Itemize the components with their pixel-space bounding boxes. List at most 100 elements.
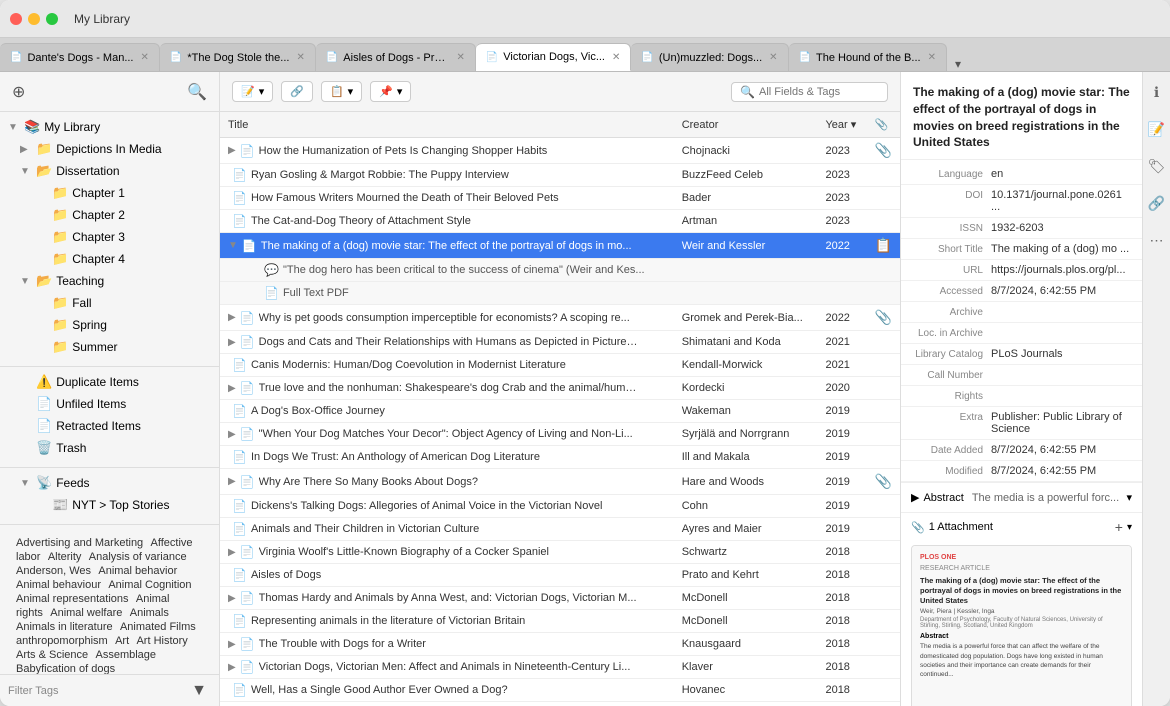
attachment-expand-icon[interactable]: ▾ — [1127, 522, 1132, 533]
field-value[interactable]: The making of a (dog) mo ... — [991, 243, 1132, 255]
tag-assemblage[interactable]: Assemblage — [95, 649, 156, 661]
table-row[interactable]: ▶ 📄 Victorian Dogs, Victorian Men: Affec… — [220, 656, 900, 679]
tag-behaviour[interactable]: Animal behaviour — [16, 579, 101, 591]
tab-close-dante[interactable]: ✕ — [140, 52, 148, 63]
table-row[interactable]: ▶ 📄 Virginia Woolf's Little-Known Biogra… — [220, 541, 900, 564]
row-expand-icon[interactable]: ▶ — [228, 312, 236, 323]
add-item-btn[interactable]: 🔗 — [281, 81, 313, 102]
row-expand-icon[interactable]: ▶ — [228, 593, 236, 604]
tab-aisles[interactable]: 📄 Aisles of Dogs - Pra... ✕ — [316, 43, 476, 71]
tag-analysis[interactable]: Analysis of variance — [89, 551, 187, 563]
sidebar-item-retracted[interactable]: 📄 Retracted Items — [0, 415, 219, 437]
sidebar-item-spring[interactable]: 📁 Spring — [0, 314, 219, 336]
sidebar-item-depictions[interactable]: ▶ 📁 Depictions In Media — [0, 138, 219, 160]
collect-btn[interactable]: 📋 ▾ — [321, 81, 362, 102]
table-row[interactable]: 📄 How Famous Writers Mourned the Death o… — [220, 187, 900, 210]
tag-side-btn[interactable]: 🏷 — [1144, 154, 1170, 179]
tab-close-dogstole[interactable]: ✕ — [296, 52, 304, 63]
col-creator[interactable]: Creator — [674, 112, 818, 138]
sidebar-item-chapter3[interactable]: 📁 Chapter 3 — [0, 226, 219, 248]
new-library-btn[interactable]: ⊕ — [8, 78, 29, 106]
sidebar-item-summer[interactable]: 📁 Summer — [0, 336, 219, 358]
tab-close-unmuzzled[interactable]: ✕ — [769, 52, 777, 63]
note-btn[interactable]: 📌 ▾ — [370, 81, 411, 102]
tabs-overflow-btn[interactable]: ▾ — [947, 57, 969, 71]
tab-victorian[interactable]: 📄 Victorian Dogs, Vic... ✕ — [476, 43, 632, 71]
sidebar-item-duplicate[interactable]: ⚠️ Duplicate Items — [0, 371, 219, 393]
table-row[interactable]: ▶ 📄 How the Humanization of Pets Is Chan… — [220, 138, 900, 164]
tag-behavior[interactable]: Animal behavior — [98, 565, 177, 577]
table-row[interactable]: 📄 In Dogs We Trust: An Anthology of Amer… — [220, 446, 900, 469]
table-row[interactable]: 📄 Canis Modernis: Human/Dog Coevolution … — [220, 354, 900, 377]
field-value[interactable]: 8/7/2024, 6:42:55 PM — [991, 465, 1132, 477]
field-value[interactable]: PLoS Journals — [991, 348, 1132, 360]
tab-close-victorian[interactable]: ✕ — [612, 52, 620, 63]
row-expand-icon[interactable]: ▶ — [228, 383, 236, 394]
minimize-button[interactable] — [28, 13, 40, 25]
sidebar-item-trash[interactable]: 🗑️ Trash — [0, 437, 219, 459]
row-expand-icon[interactable]: ▶ — [228, 662, 236, 673]
table-row[interactable]: 📄 Good Boy: Canine Representation in Cin… — [220, 702, 900, 706]
row-expand-icon[interactable]: ▶ — [228, 429, 236, 440]
tag-animals[interactable]: Animals — [130, 607, 169, 619]
table-row[interactable]: 💬 "The dog hero has been critical to the… — [220, 259, 900, 282]
table-row[interactable]: ▶ 📄 The Trouble with Dogs for a Writer K… — [220, 633, 900, 656]
abstract-header[interactable]: ▶ Abstract The media is a powerful forc.… — [911, 491, 1132, 504]
tag-representations[interactable]: Animal representations — [16, 593, 129, 605]
tab-close-hound[interactable]: ✕ — [928, 52, 936, 63]
tag-advertising[interactable]: Advertising and Marketing — [16, 537, 143, 549]
field-value[interactable]: 8/7/2024, 6:42:55 PM — [991, 285, 1132, 297]
tab-hound[interactable]: 📄 The Hound of the B... ✕ — [789, 43, 947, 71]
table-row[interactable]: 📄 The Cat-and-Dog Theory of Attachment S… — [220, 210, 900, 233]
table-row[interactable]: ▶ 📄 Dogs and Cats and Their Relationship… — [220, 331, 900, 354]
table-row[interactable]: 📄 Representing animals in the literature… — [220, 610, 900, 633]
tag-alterity[interactable]: Alterity — [48, 551, 82, 563]
field-value[interactable]: Publisher: Public Library of Science — [991, 411, 1132, 435]
search-input[interactable] — [759, 86, 879, 98]
sidebar-item-mylibrary[interactable]: ▼ 📚 My Library — [0, 116, 219, 138]
attachment-thumbnail[interactable]: PLOS ONE RESEARCH ARTICLE The making of … — [911, 545, 1132, 706]
tag-anderson[interactable]: Anderson, Wes — [16, 565, 91, 577]
tag-inliterature[interactable]: Animals in literature — [16, 621, 113, 633]
tag-animated[interactable]: Animated Films — [120, 621, 196, 633]
table-row[interactable]: ▶ 📄 "When Your Dog Matches Your Decor": … — [220, 423, 900, 446]
col-year[interactable]: Year ▾ — [817, 112, 866, 138]
close-button[interactable] — [10, 13, 22, 25]
filter-tags-btn[interactable]: ▼ — [187, 678, 211, 704]
table-row[interactable]: 📄 Animals and Their Children in Victoria… — [220, 518, 900, 541]
row-expand-icon[interactable]: ▶ — [228, 547, 236, 558]
tag-welfare[interactable]: Animal welfare — [50, 607, 122, 619]
maximize-button[interactable] — [46, 13, 58, 25]
row-expand-icon[interactable]: ▶ — [228, 337, 236, 348]
field-value[interactable]: 8/7/2024, 6:42:55 PM — [991, 444, 1132, 456]
field-value[interactable]: 10.1371/journal.pone.0261 ... — [991, 189, 1132, 213]
new-item-btn[interactable]: 📝 ▾ — [232, 81, 273, 102]
tag-babyfication[interactable]: Babyfication of dogs — [16, 663, 115, 674]
sidebar-item-chapter2[interactable]: 📁 Chapter 2 — [0, 204, 219, 226]
table-row[interactable]: 📄 Dickens's Talking Dogs: Allegories of … — [220, 495, 900, 518]
sidebar-item-unfiled[interactable]: 📄 Unfiled Items — [0, 393, 219, 415]
table-row[interactable]: 📄 Ryan Gosling & Margot Robbie: The Pupp… — [220, 164, 900, 187]
field-value[interactable]: https://journals.plos.org/pl... — [991, 264, 1132, 276]
tag-art[interactable]: Art — [115, 635, 129, 647]
sidebar-item-fall[interactable]: 📁 Fall — [0, 292, 219, 314]
tab-close-aisles[interactable]: ✕ — [456, 52, 464, 63]
field-value[interactable]: 1932-6203 — [991, 222, 1132, 234]
table-row[interactable]: 📄 Aisles of Dogs Prato and Kehrt 2018 — [220, 564, 900, 587]
search-bar[interactable]: 🔍 — [731, 82, 888, 102]
sidebar-search-btn[interactable]: 🔍 — [183, 78, 211, 106]
table-row[interactable]: ▶ 📄 Thomas Hardy and Animals by Anna Wes… — [220, 587, 900, 610]
note-side-btn[interactable]: 📝 — [1144, 117, 1169, 142]
tab-dogstole[interactable]: 📄 *The Dog Stole the... ✕ — [160, 43, 316, 71]
related-side-btn[interactable]: 🔗 — [1144, 191, 1169, 216]
table-row[interactable]: ▶ 📄 Why is pet goods consumption imperce… — [220, 305, 900, 331]
row-expand-icon[interactable]: ▼ — [228, 240, 238, 251]
sidebar-item-nyt[interactable]: 📰 NYT > Top Stories — [0, 494, 219, 516]
tag-arthistory[interactable]: Art History — [136, 635, 187, 647]
tag-artsscience[interactable]: Arts & Science — [16, 649, 88, 661]
row-expand-icon[interactable]: ▶ — [228, 476, 236, 487]
sidebar-item-teaching[interactable]: ▼ 📂 Teaching — [0, 270, 219, 292]
table-row[interactable]: 📄 Full Text PDF — [220, 282, 900, 305]
tag-cognition[interactable]: Animal Cognition — [108, 579, 191, 591]
extra-side-btn[interactable]: ⋯ — [1146, 228, 1168, 253]
